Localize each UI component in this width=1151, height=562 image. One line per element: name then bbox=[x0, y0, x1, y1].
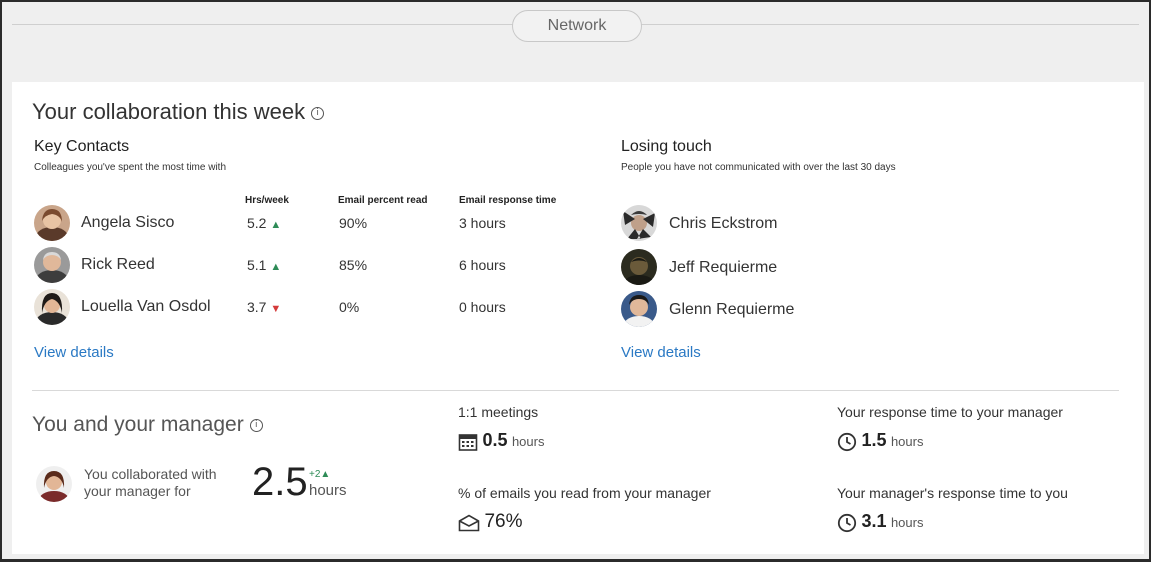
column-header-hrs: Hrs/week bbox=[245, 195, 289, 206]
manager-response-value: 3.1 bbox=[861, 511, 887, 531]
manager-response-metric: 3.1 hours bbox=[837, 511, 923, 533]
collaboration-title-text: Your collaboration this week bbox=[32, 99, 306, 124]
key-contacts-title: Key Contacts bbox=[34, 138, 130, 155]
network-tab[interactable]: Network bbox=[512, 10, 642, 42]
losing-touch-name[interactable]: Chris Eckstrom bbox=[669, 215, 777, 233]
losing-touch-subtitle: People you have not communicated with ov… bbox=[621, 162, 896, 173]
your-response-label: Your response time to your manager bbox=[837, 404, 1063, 420]
meetings-value: 0.5 bbox=[482, 430, 508, 450]
trend-up-icon: ▲ bbox=[270, 219, 282, 231]
avatar[interactable] bbox=[621, 249, 657, 285]
manager-hours-delta: +2▲ bbox=[309, 469, 330, 480]
column-header-email-read: Email percent read bbox=[338, 195, 428, 206]
contact-name[interactable]: Angela Sisco bbox=[81, 214, 174, 232]
manager-collab-line2: your manager for bbox=[84, 483, 191, 499]
avatar[interactable] bbox=[34, 247, 70, 283]
meetings-unit: hours bbox=[511, 434, 545, 449]
hrs-value: 5.2 bbox=[247, 215, 267, 231]
contact-hrs: 5.2 ▲ bbox=[247, 215, 281, 231]
contact-name[interactable]: Rick Reed bbox=[81, 256, 155, 274]
avatar[interactable] bbox=[34, 205, 70, 241]
contact-response: 0 hours bbox=[459, 299, 506, 315]
meetings-metric: 0.5 hours bbox=[458, 430, 544, 452]
avatar[interactable] bbox=[36, 466, 72, 502]
contact-email-read: 0% bbox=[339, 299, 360, 315]
losing-touch-view-details-link[interactable]: View details bbox=[621, 344, 701, 361]
collaboration-card: Your collaboration this week i Key Contac… bbox=[12, 82, 1144, 554]
manager-response-label: Your manager's response time to you bbox=[837, 485, 1068, 501]
contact-email-read: 85% bbox=[339, 257, 368, 273]
your-response-unit: hours bbox=[890, 434, 924, 449]
info-icon[interactable]: i bbox=[311, 106, 325, 120]
avatar[interactable] bbox=[621, 291, 657, 327]
contact-email-read: 90% bbox=[339, 215, 368, 231]
emails-read-label: % of emails you read from your manager bbox=[458, 485, 711, 501]
app-frame: Network Your collaboration this week i Ke… bbox=[0, 0, 1151, 562]
contact-response: 6 hours bbox=[459, 257, 506, 273]
envelope-open-icon bbox=[458, 514, 480, 532]
trend-up-icon: ▲ bbox=[320, 469, 331, 480]
clock-icon bbox=[837, 513, 857, 532]
emails-read-metric: 76% bbox=[458, 511, 522, 533]
manager-response-unit: hours bbox=[890, 515, 924, 530]
manager-collab-line1: You collaborated with bbox=[84, 466, 217, 482]
manager-title: You and your manager i bbox=[32, 413, 263, 437]
hrs-value: 5.1 bbox=[247, 257, 267, 273]
hrs-value: 3.7 bbox=[247, 299, 267, 315]
calendar-icon bbox=[458, 433, 478, 451]
your-response-value: 1.5 bbox=[861, 430, 887, 450]
section-divider bbox=[32, 390, 1119, 391]
manager-collab-text: You collaborated with your manager for bbox=[84, 466, 217, 500]
avatar[interactable] bbox=[621, 205, 657, 241]
delta-value: +2 bbox=[309, 469, 321, 480]
meetings-label: 1:1 meetings bbox=[458, 404, 539, 420]
manager-title-text: You and your manager bbox=[32, 413, 244, 436]
key-contacts-subtitle: Colleagues you've spent the most time wi… bbox=[34, 162, 227, 173]
losing-touch-name[interactable]: Glenn Requierme bbox=[669, 301, 794, 319]
your-response-metric: 1.5 hours bbox=[837, 430, 923, 452]
key-contacts-view-details-link[interactable]: View details bbox=[34, 344, 114, 361]
losing-touch-title: Losing touch bbox=[621, 138, 712, 155]
losing-touch-name[interactable]: Jeff Requierme bbox=[669, 259, 777, 277]
contact-hrs: 5.1 ▲ bbox=[247, 257, 281, 273]
contact-response: 3 hours bbox=[459, 215, 506, 231]
contact-name[interactable]: Louella Van Osdol bbox=[81, 298, 211, 316]
emails-read-value: 76% bbox=[484, 511, 523, 532]
avatar[interactable] bbox=[34, 289, 70, 325]
contact-hrs: 3.7 ▼ bbox=[247, 299, 281, 315]
info-icon[interactable]: i bbox=[249, 418, 263, 432]
trend-up-icon: ▲ bbox=[270, 261, 282, 273]
column-header-response-time: Email response time bbox=[459, 195, 557, 206]
collaboration-title: Your collaboration this week i bbox=[32, 99, 325, 125]
trend-down-icon: ▼ bbox=[270, 303, 282, 315]
manager-hours-value: 2.5 bbox=[252, 460, 308, 504]
manager-hours-unit: hours bbox=[309, 482, 347, 499]
clock-icon bbox=[837, 432, 857, 451]
